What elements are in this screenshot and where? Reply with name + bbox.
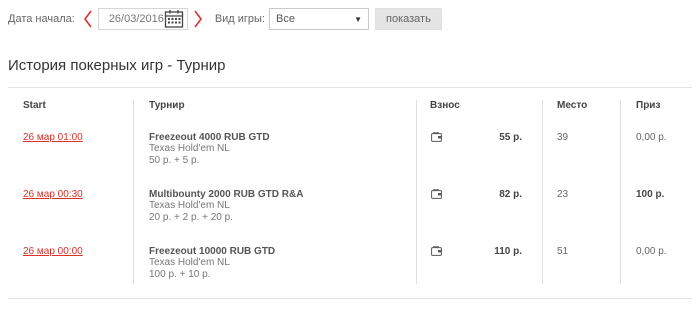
tournament-name: Multibounty 2000 RUB GTD R&A bbox=[149, 189, 304, 200]
game-variant: Texas Hold'em NL bbox=[149, 257, 230, 268]
start-time-link[interactable]: 26 мар 00:00 bbox=[23, 246, 83, 257]
tournament-name: Freezeout 10000 RUB GTD bbox=[149, 246, 276, 257]
place-value: 51 bbox=[557, 246, 569, 257]
calendar-icon[interactable] bbox=[164, 9, 184, 29]
header-tournament: Турнир bbox=[149, 100, 185, 111]
buyin-breakdown: 50 р. + 5 р. bbox=[149, 155, 200, 166]
game-variant: Texas Hold'em NL bbox=[149, 200, 230, 211]
game-type-value: Все bbox=[276, 13, 295, 25]
column-divider bbox=[133, 100, 134, 284]
tournament-cell: Freezeout 10000 RUB GTD Texas Hold'em NL… bbox=[149, 246, 409, 281]
page-title: История покерных игр - Турнир bbox=[8, 57, 226, 74]
game-type-label: Вид игры: bbox=[214, 13, 266, 25]
wallet-icon bbox=[431, 132, 442, 145]
show-button[interactable]: показать bbox=[375, 8, 442, 30]
wallet-icon bbox=[431, 189, 442, 202]
header-start: Start bbox=[23, 100, 46, 111]
table-bottom-divider bbox=[8, 298, 692, 299]
prize-value: 100 р. bbox=[636, 189, 665, 200]
start-time-link[interactable]: 26 мар 00:30 bbox=[23, 189, 83, 200]
tournament-name: Freezeout 4000 RUB GTD bbox=[149, 132, 270, 143]
fee-value: 110 р. bbox=[494, 246, 522, 257]
chevron-left-icon[interactable] bbox=[81, 8, 95, 30]
filter-bar: Дата начала: 26/03/2016 Вид игры: Все ▼ … bbox=[8, 8, 442, 30]
game-type-select[interactable]: Все ▼ bbox=[269, 8, 370, 30]
fee-value: 55 р. bbox=[499, 132, 522, 143]
caret-down-icon: ▼ bbox=[354, 14, 363, 24]
place-value: 23 bbox=[557, 189, 569, 200]
fee-value: 82 р. bbox=[499, 189, 522, 200]
date-value: 26/03/2016 bbox=[108, 13, 164, 25]
prize-value: 0,00 р. bbox=[636, 132, 667, 143]
tournament-cell: Freezeout 4000 RUB GTD Texas Hold'em NL … bbox=[149, 132, 409, 167]
header-place: Место bbox=[557, 100, 588, 111]
header-fee: Взнос bbox=[430, 100, 460, 111]
date-input[interactable]: 26/03/2016 bbox=[97, 8, 188, 30]
buyin-breakdown: 20 р. + 2 р. + 20 р. bbox=[149, 212, 233, 223]
place-value: 39 bbox=[557, 132, 569, 143]
chevron-right-icon[interactable] bbox=[191, 8, 205, 30]
prize-value: 0,00 р. bbox=[636, 246, 667, 257]
column-divider bbox=[542, 100, 543, 284]
column-divider bbox=[416, 100, 417, 284]
game-variant: Texas Hold'em NL bbox=[149, 143, 230, 154]
column-divider bbox=[620, 100, 621, 284]
wallet-icon bbox=[431, 246, 442, 259]
buyin-breakdown: 100 р. + 10 р. bbox=[149, 269, 211, 280]
start-time-link[interactable]: 26 мар 01:00 bbox=[23, 132, 83, 143]
tournament-cell: Multibounty 2000 RUB GTD R&A Texas Hold'… bbox=[149, 189, 409, 224]
title-divider bbox=[8, 87, 692, 88]
header-prize: Приз bbox=[636, 100, 661, 111]
date-label: Дата начала: bbox=[8, 13, 75, 25]
